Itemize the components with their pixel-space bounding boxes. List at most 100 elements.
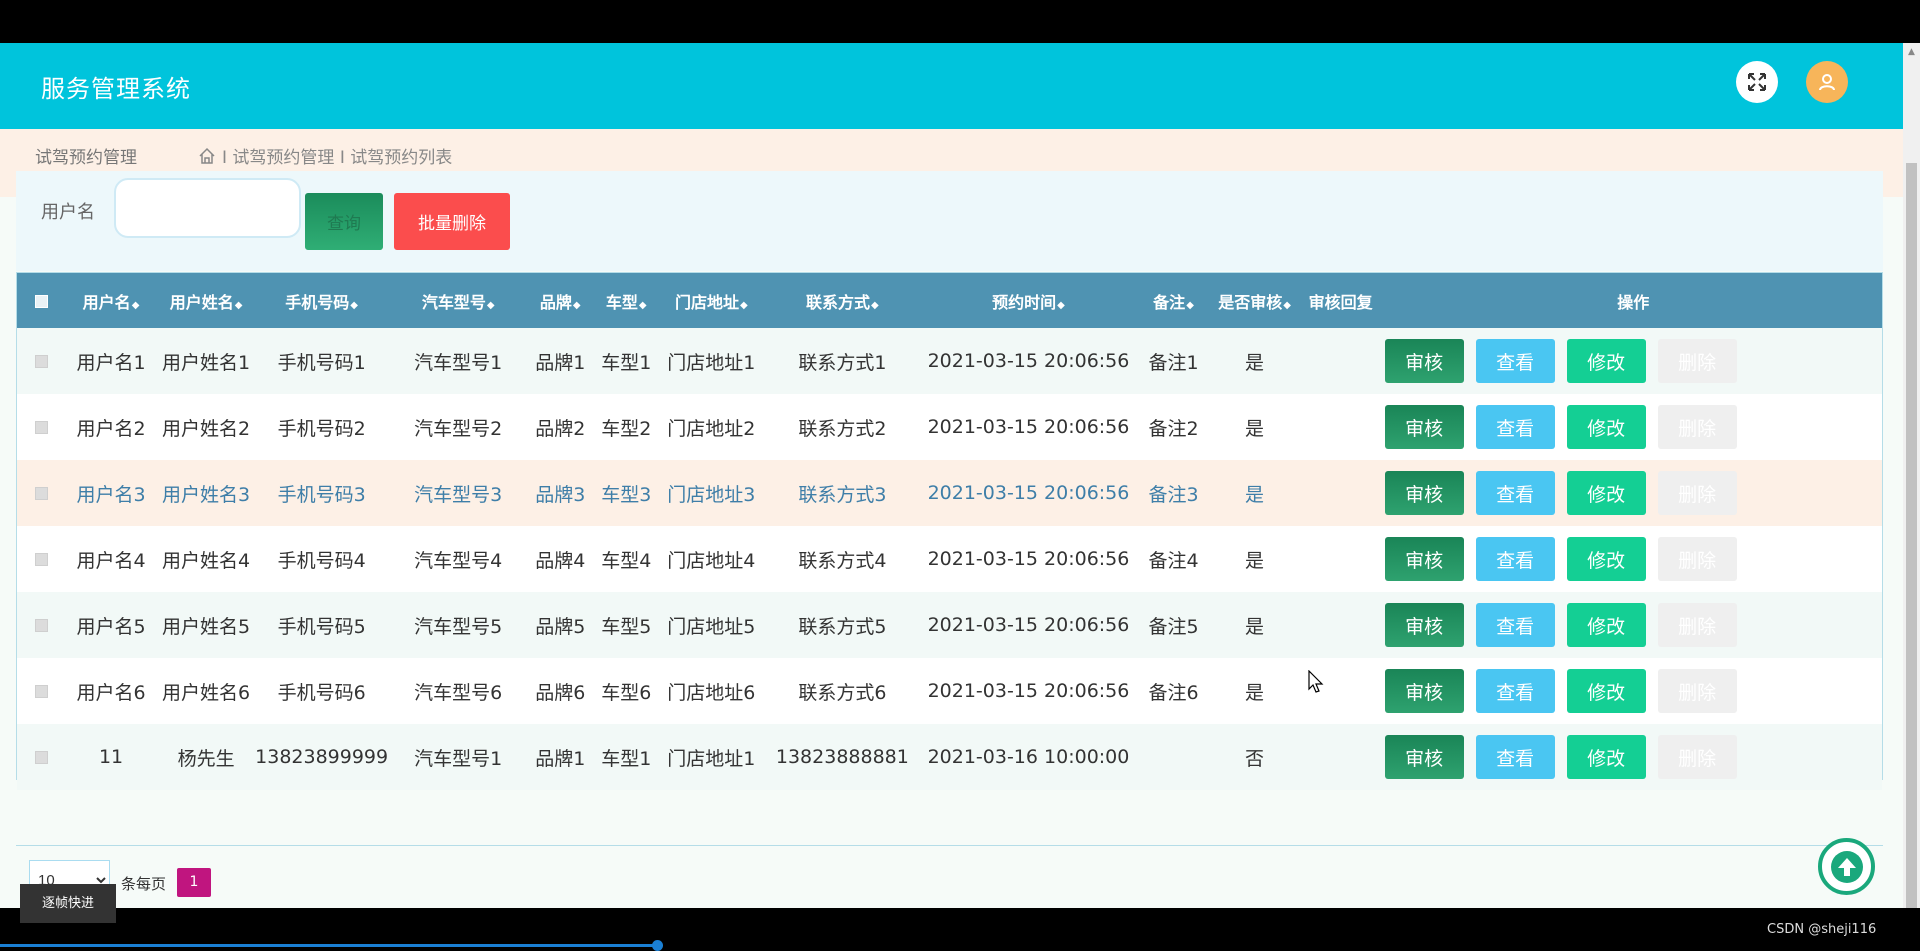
- table-cell: [1297, 526, 1385, 592]
- audit-button[interactable]: 审核: [1384, 339, 1464, 383]
- scrollbar-thumb[interactable]: [1906, 163, 1917, 908]
- view-button[interactable]: 查看: [1475, 537, 1555, 581]
- back-to-top-button[interactable]: [1818, 838, 1875, 895]
- table-cell: 2021-03-15 20:06:56: [927, 614, 1130, 636]
- table-cell: 用户姓名5: [162, 615, 251, 638]
- table-cell: 11: [98, 746, 124, 768]
- delete-button[interactable]: 删除: [1657, 537, 1737, 581]
- home-icon[interactable]: [198, 147, 216, 165]
- fullscreen-button[interactable]: [1736, 61, 1778, 103]
- video-progress-handle[interactable]: [652, 940, 663, 951]
- view-button[interactable]: 查看: [1475, 735, 1555, 779]
- edit-button[interactable]: 修改: [1566, 735, 1646, 779]
- row-checkbox[interactable]: [34, 487, 48, 500]
- table-cell: 汽车型号1: [414, 747, 503, 770]
- watermark: CSDN @sheji116: [1767, 922, 1877, 937]
- table-row[interactable]: 用户名3 用户姓名3 手机号码3 汽车型号3 品牌3 车型3 门店地址3 联系方式3 2021-…: [17, 460, 1882, 526]
- row-checkbox[interactable]: [34, 619, 48, 632]
- row-checkbox[interactable]: [34, 355, 48, 368]
- view-button[interactable]: 查看: [1475, 339, 1555, 383]
- col-header[interactable]: 是否审核◆: [1213, 273, 1297, 328]
- table-cell: 手机号码5: [277, 615, 366, 638]
- col-header[interactable]: 手机号码◆: [255, 273, 388, 328]
- audit-button[interactable]: 审核: [1384, 471, 1464, 515]
- query-button[interactable]: 查询: [305, 193, 383, 250]
- breadcrumb-trail[interactable]: I 试驾预约管理 I 试驾预约列表: [222, 143, 452, 168]
- edit-button[interactable]: 修改: [1566, 669, 1646, 713]
- table-row[interactable]: 用户名5 用户姓名5 手机号码5 汽车型号5 品牌5 车型5 门店地址5 联系方式5 2021-…: [17, 592, 1882, 658]
- view-button[interactable]: 查看: [1475, 669, 1555, 713]
- table-cell: 用户名5: [76, 615, 146, 638]
- table-row[interactable]: 用户名6 用户姓名6 手机号码6 汽车型号6 品牌6 车型6 门店地址6 联系方式6 2021-…: [17, 658, 1882, 724]
- video-progress-bar[interactable]: [0, 944, 658, 947]
- table-cell: 是: [1245, 549, 1265, 572]
- table-cell: 是: [1245, 417, 1265, 440]
- col-header[interactable]: 门店地址◆: [660, 273, 762, 328]
- col-header[interactable]: 预约时间◆: [922, 273, 1134, 328]
- row-checkbox[interactable]: [34, 421, 48, 434]
- arrow-up-icon: [1830, 850, 1863, 883]
- user-icon: [1819, 74, 1835, 91]
- table-cell: [1297, 328, 1385, 394]
- table-row[interactable]: 11 杨先生 13823899999 汽车型号1 品牌1 车型1 门店地址1 13823888…: [17, 724, 1882, 790]
- sort-icon: ◆: [638, 299, 647, 311]
- col-header[interactable]: 联系方式◆: [762, 273, 922, 328]
- audit-button[interactable]: 审核: [1384, 735, 1464, 779]
- audit-button[interactable]: 审核: [1384, 669, 1464, 713]
- select-all-checkbox[interactable]: [34, 295, 48, 308]
- audit-button[interactable]: 审核: [1384, 405, 1464, 449]
- table-cell: 备注6: [1148, 681, 1199, 704]
- username-search-input[interactable]: [114, 178, 301, 238]
- sort-icon: ◆: [739, 299, 748, 311]
- col-header[interactable]: 备注◆: [1135, 273, 1213, 328]
- table-cell: 2021-03-15 20:06:56: [927, 350, 1130, 372]
- appointment-table: 用户名◆ 用户姓名◆ 手机号码◆ 汽车型号◆ 品牌◆ 车型◆ 门店地址◆ 联系方…: [16, 272, 1883, 790]
- table-cell: 手机号码6: [277, 681, 366, 704]
- col-header[interactable]: 汽车型号◆: [388, 273, 528, 328]
- col-header[interactable]: 品牌◆: [528, 273, 592, 328]
- view-button[interactable]: 查看: [1475, 405, 1555, 449]
- audit-button[interactable]: 审核: [1384, 537, 1464, 581]
- edit-button[interactable]: 修改: [1566, 339, 1646, 383]
- col-header[interactable]: 用户名◆: [65, 273, 157, 328]
- table-cell: 联系方式1: [798, 351, 887, 374]
- table-cell: 品牌2: [535, 417, 586, 440]
- table-cell: 车型4: [601, 549, 652, 572]
- table-cell: 2021-03-15 20:06:56: [927, 416, 1130, 438]
- table-cell: 品牌1: [535, 747, 586, 770]
- table-cell: 2021-03-15 20:06:56: [927, 482, 1130, 504]
- delete-button[interactable]: 删除: [1657, 603, 1737, 647]
- sort-icon: ◆: [350, 299, 358, 311]
- delete-button[interactable]: 删除: [1657, 471, 1737, 515]
- edit-button[interactable]: 修改: [1566, 537, 1646, 581]
- col-header[interactable]: 用户姓名◆: [157, 273, 255, 328]
- frame-advance-tooltip: 逐帧快进: [20, 884, 116, 923]
- page-1-button[interactable]: 1: [177, 868, 211, 897]
- edit-button[interactable]: 修改: [1566, 405, 1646, 449]
- table-cell: 门店地址1: [667, 351, 756, 374]
- audit-button[interactable]: 审核: [1384, 603, 1464, 647]
- delete-button[interactable]: 删除: [1657, 735, 1737, 779]
- table-cell: 手机号码1: [277, 351, 366, 374]
- delete-button[interactable]: 删除: [1657, 669, 1737, 713]
- col-header[interactable]: 车型◆: [592, 273, 660, 328]
- table-row[interactable]: 用户名1 用户姓名1 手机号码1 汽车型号1 品牌1 车型1 门店地址1 联系方式1 2021-…: [17, 328, 1882, 394]
- batch-delete-button[interactable]: 批量删除: [394, 193, 510, 250]
- table-cell: 备注3: [1148, 483, 1199, 506]
- delete-button[interactable]: 删除: [1657, 405, 1737, 449]
- scroll-up-arrow[interactable]: ▲: [1906, 47, 1917, 57]
- row-checkbox[interactable]: [34, 751, 48, 764]
- table-row[interactable]: 用户名2 用户姓名2 手机号码2 汽车型号2 品牌2 车型2 门店地址2 联系方式2 2021-…: [17, 394, 1882, 460]
- row-checkbox[interactable]: [34, 553, 48, 566]
- table-cell: 13823888881: [775, 746, 909, 768]
- row-checkbox[interactable]: [34, 685, 48, 698]
- table-row[interactable]: 用户名4 用户姓名4 手机号码4 汽车型号4 品牌4 车型4 门店地址4 联系方式4 2021-…: [17, 526, 1882, 592]
- edit-button[interactable]: 修改: [1566, 471, 1646, 515]
- table-cell: 联系方式5: [798, 615, 887, 638]
- delete-button[interactable]: 删除: [1657, 339, 1737, 383]
- user-avatar-button[interactable]: [1806, 61, 1848, 103]
- edit-button[interactable]: 修改: [1566, 603, 1646, 647]
- table-cell: 手机号码2: [277, 417, 366, 440]
- view-button[interactable]: 查看: [1475, 471, 1555, 515]
- view-button[interactable]: 查看: [1475, 603, 1555, 647]
